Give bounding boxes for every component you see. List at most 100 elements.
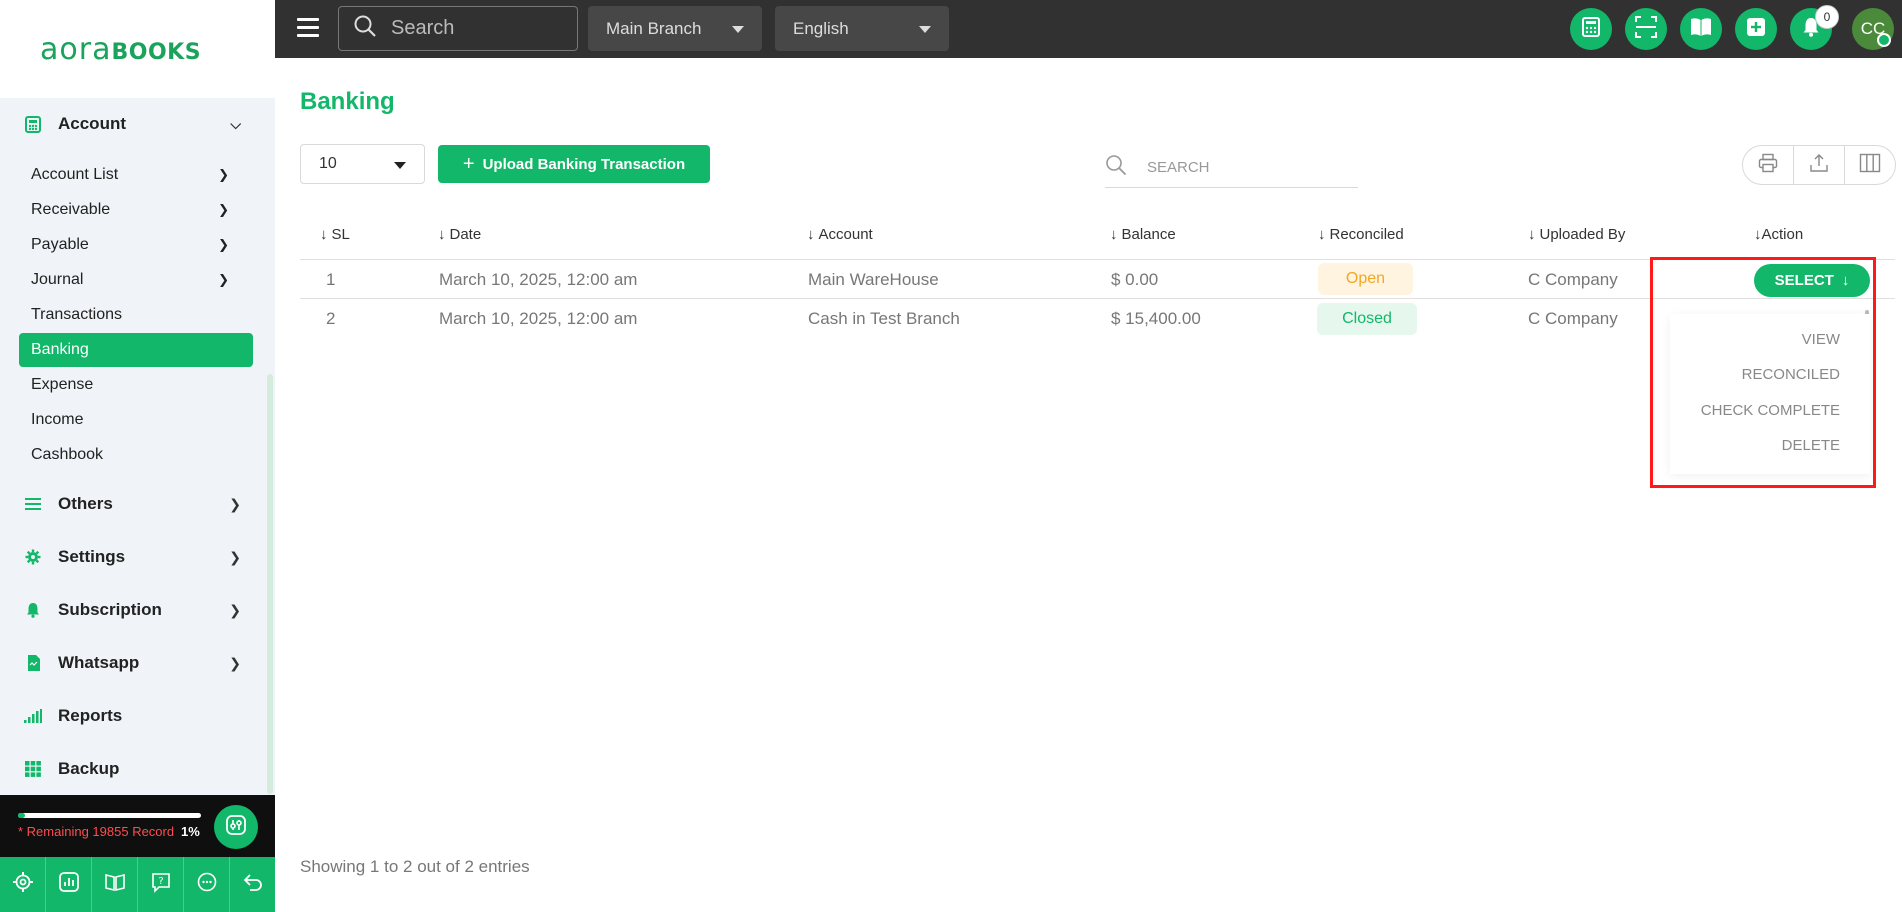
bar-chart-icon	[24, 707, 42, 725]
table-search-box[interactable]	[1105, 148, 1358, 188]
sidebar-section-subscription[interactable]: Subscription ❯	[0, 584, 265, 636]
sidebar-bottom-toolbar: ?	[0, 857, 275, 912]
sidebar-item-cashbook[interactable]: Cashbook	[19, 438, 253, 472]
sidebar-section-label: Account	[58, 114, 126, 133]
caret-down-icon	[394, 162, 406, 169]
language-select[interactable]: English	[775, 6, 949, 51]
cell-date: March 10, 2025, 12:00 am	[439, 309, 638, 328]
global-search-input[interactable]	[391, 17, 551, 40]
calculator-button[interactable]	[1570, 8, 1612, 50]
sidebar-section-reports[interactable]: Reports	[0, 690, 265, 742]
sidebar-section-whatsapp[interactable]: Whatsapp ❯	[0, 637, 265, 689]
sidebar-item-transactions[interactable]: Transactions	[19, 298, 253, 332]
cell-sl: 2	[326, 309, 336, 328]
columns-button[interactable]	[1845, 146, 1895, 184]
column-header-reconciled[interactable]: ↓ Reconciled	[1318, 226, 1404, 243]
sidebar: aoraBOOKS Account ⌵ Account List ❯ Receiv…	[0, 0, 275, 912]
chevron-right-icon: ❯	[229, 495, 241, 512]
sidebar-section-backup[interactable]: Backup	[0, 743, 265, 795]
sidebar-item-expense[interactable]: Expense	[19, 368, 253, 402]
sidebar-item-journal[interactable]: Journal ❯	[19, 263, 253, 297]
undo-arrow-icon	[242, 871, 264, 898]
book-icon	[104, 871, 126, 898]
pagination-summary: Showing 1 to 2 out of 2 entries	[300, 857, 530, 876]
upload-button-label: Upload Banking Transaction	[482, 155, 686, 173]
sidebar-item-payable[interactable]: Payable ❯	[19, 228, 253, 262]
sidebar-item-label: Receivable	[31, 201, 111, 218]
settings-shortcut-button[interactable]	[0, 857, 46, 912]
upload-banking-transaction-button[interactable]: + Upload Banking Transaction	[438, 145, 710, 183]
print-button[interactable]	[1743, 146, 1794, 184]
cell-account: Cash in Test Branch	[808, 309, 960, 328]
sidebar-section-account[interactable]: Account ⌵	[0, 98, 265, 150]
export-button[interactable]	[1794, 146, 1845, 184]
column-header-uploaded-by[interactable]: ↓ Uploaded By	[1528, 226, 1625, 243]
column-header-label: Date	[449, 226, 482, 243]
notification-count-badge: 0	[1815, 5, 1839, 29]
sidebar-section-settings[interactable]: Settings ❯	[0, 531, 265, 583]
column-header-balance[interactable]: ↓ Balance	[1110, 226, 1176, 243]
sort-arrow-icon: ↓	[1528, 226, 1536, 243]
app-logo[interactable]: aoraBOOKS	[40, 32, 201, 67]
question-chat-icon: ?	[150, 871, 172, 898]
add-new-button[interactable]	[1735, 8, 1777, 50]
column-header-action[interactable]: ↓Action	[1754, 226, 1803, 243]
chevron-right-icon: ❯	[218, 167, 229, 182]
sidebar-item-account-list[interactable]: Account List ❯	[19, 158, 253, 192]
sidebar-item-label: Expense	[31, 376, 94, 393]
sort-arrow-icon: ↓	[438, 226, 446, 243]
sidebar-item-banking[interactable]: Banking	[19, 333, 253, 367]
upgrade-button[interactable]	[214, 805, 258, 849]
upload-icon	[1809, 153, 1829, 178]
column-header-label: Reconciled	[1329, 226, 1404, 243]
menu-toggle-button[interactable]	[297, 18, 319, 38]
chart-box-icon	[58, 871, 80, 898]
global-search-box[interactable]	[338, 6, 578, 51]
chevron-right-icon: ❯	[218, 272, 229, 287]
column-header-account[interactable]: ↓ Account	[807, 226, 873, 243]
columns-icon	[1859, 153, 1881, 178]
help-shortcut-button[interactable]: ?	[138, 857, 184, 912]
cell-balance: $ 15,400.00	[1111, 309, 1201, 328]
table-tools	[1742, 145, 1896, 185]
chat-shortcut-button[interactable]	[184, 857, 230, 912]
document-icon	[24, 654, 42, 672]
reports-shortcut-button[interactable]	[46, 857, 92, 912]
caret-down-icon	[732, 26, 744, 33]
logo-text-accent: BOOKS	[111, 39, 202, 65]
sidebar-item-label: Cashbook	[31, 446, 104, 463]
grid-icon	[24, 760, 42, 778]
cell-account: Main WareHouse	[808, 270, 939, 289]
reconciled-status-badge: Closed	[1317, 303, 1417, 335]
branch-select[interactable]: Main Branch	[588, 6, 762, 51]
sidebar-item-label: Payable	[31, 236, 89, 253]
sidebar-scrollbar[interactable]	[267, 374, 273, 794]
back-shortcut-button[interactable]	[230, 857, 275, 912]
cell-date: March 10, 2025, 12:00 am	[439, 270, 638, 289]
column-header-date[interactable]: ↓ Date	[438, 226, 481, 243]
record-quota-panel: * Remaining 19855 Record 1%	[0, 795, 275, 857]
record-quota-percent: 1%	[181, 824, 200, 839]
chevron-right-icon: ❯	[218, 202, 229, 217]
manual-button[interactable]	[1680, 8, 1722, 50]
sidebar-item-label: Banking	[31, 341, 89, 358]
sidebar-item-receivable[interactable]: Receivable ❯	[19, 193, 253, 227]
logo-text-main: aora	[40, 31, 112, 67]
status-badge-label: Open	[1345, 270, 1386, 287]
page-size-select[interactable]: 10	[300, 144, 425, 184]
sidebar-section-label: Reports	[58, 706, 123, 725]
sliders-icon	[224, 813, 248, 842]
scan-icon	[1635, 15, 1657, 43]
chevron-down-icon: ⌵	[230, 115, 241, 132]
sidebar-item-income[interactable]: Income	[19, 403, 253, 437]
logo-area: aoraBOOKS	[0, 0, 275, 98]
column-header-sl[interactable]: ↓ SL	[320, 226, 350, 243]
scanner-button[interactable]	[1625, 8, 1667, 50]
page-size-value: 10	[319, 155, 337, 172]
sidebar-section-others[interactable]: Others ❯	[0, 478, 265, 530]
sidebar-section-label: Subscription	[58, 600, 162, 619]
sidebar-nav: Account ⌵ Account List ❯ Receivable ❯ Paya…	[0, 98, 275, 795]
calculator-icon	[1582, 16, 1600, 42]
table-search-input[interactable]	[1147, 159, 1347, 176]
guide-shortcut-button[interactable]	[92, 857, 138, 912]
